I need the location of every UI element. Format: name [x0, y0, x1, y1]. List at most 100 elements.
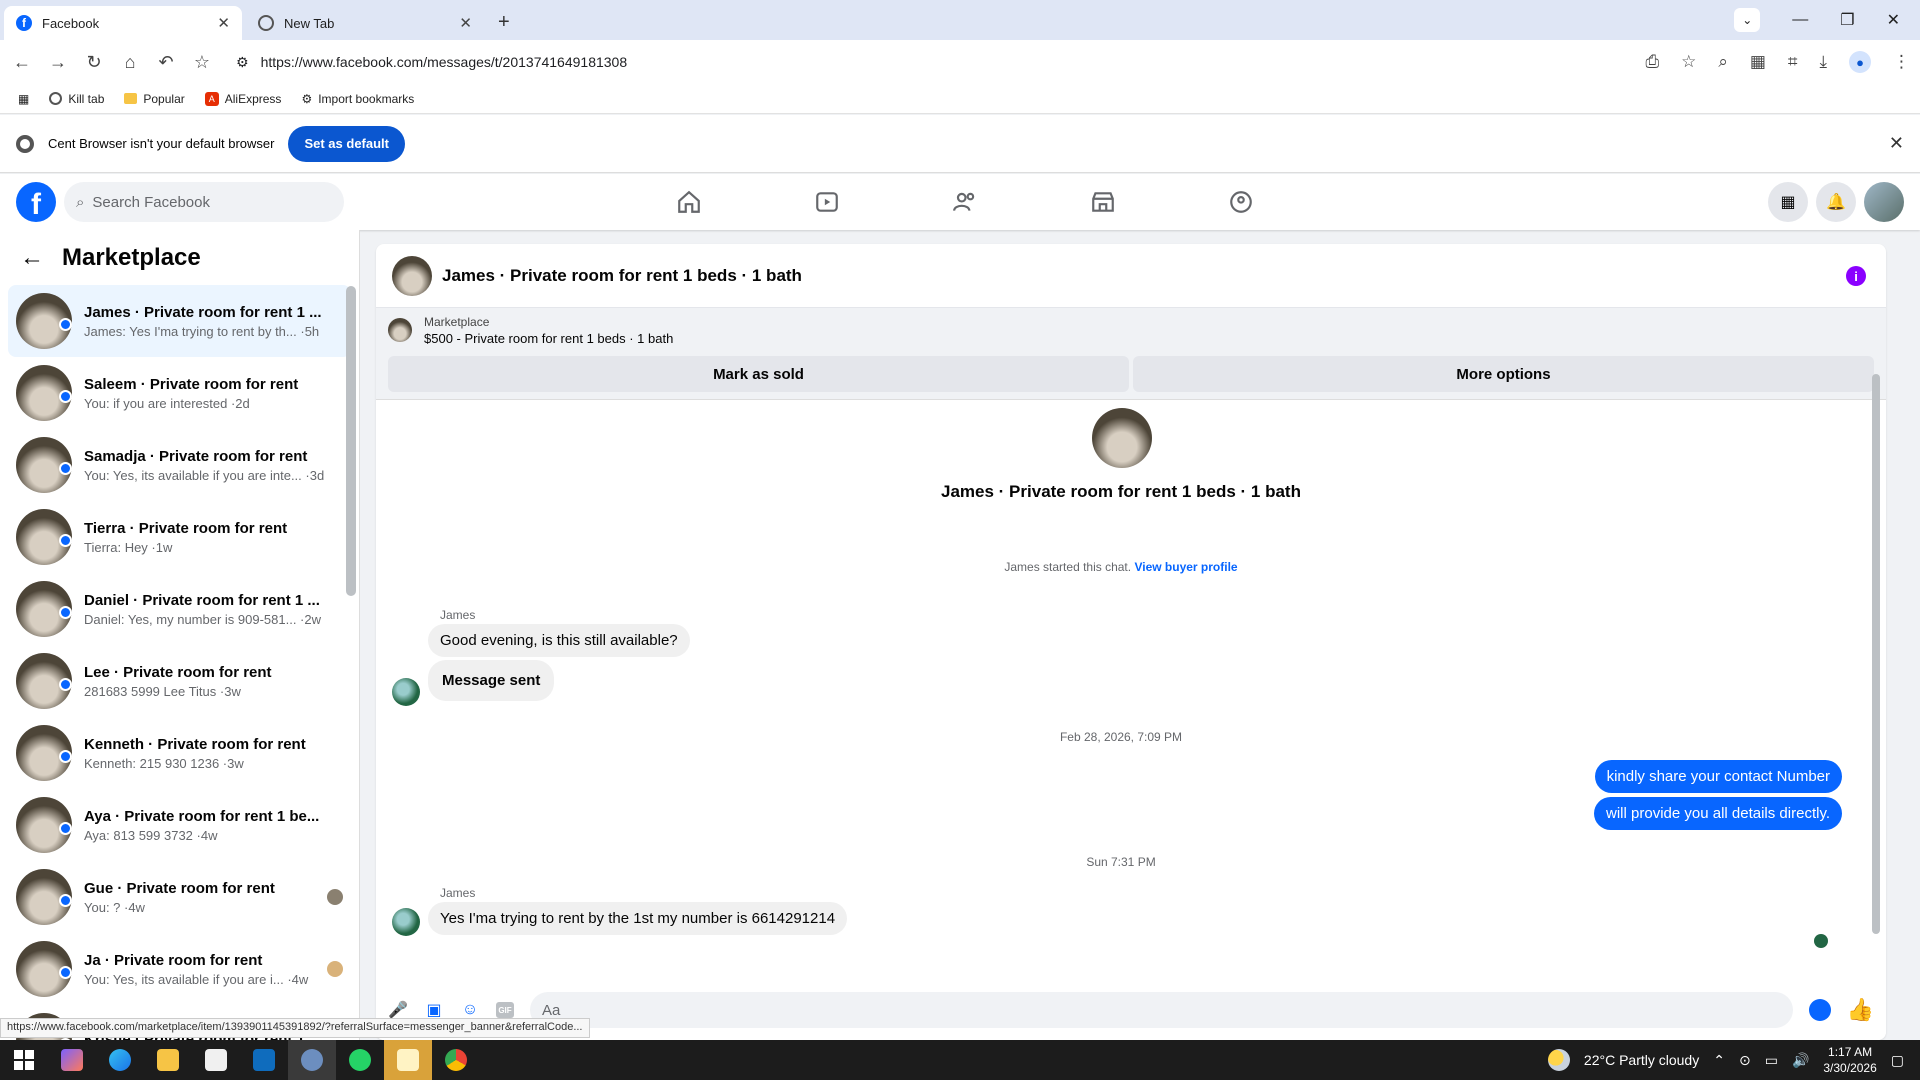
conversation-item[interactable]: Samadja · Private room for rent You: Yes,… — [8, 429, 351, 501]
conversation-preview: You: ? ·4w — [84, 899, 145, 915]
conversation-item[interactable]: Kenneth · Private room for rent Kenneth: … — [8, 717, 351, 789]
home-icon[interactable]: ⌂ — [112, 52, 148, 73]
taskbar-file-explorer[interactable] — [144, 1040, 192, 1080]
bookmark-popular[interactable]: Popular — [124, 92, 185, 106]
set-as-default-button[interactable]: Set as default — [288, 125, 405, 162]
incoming-message[interactable]: Message sent — [428, 660, 555, 701]
conversation-item[interactable]: Saleem · Private room for rent You: if yo… — [8, 357, 351, 429]
emoji-icon[interactable] — [1808, 999, 1831, 1021]
view-buyer-profile-link[interactable]: View buyer profile — [1134, 560, 1237, 574]
panel-scrollbar[interactable] — [346, 286, 356, 596]
download-icon[interactable]: ⤓ — [1819, 52, 1827, 72]
taskbar-store[interactable] — [192, 1040, 240, 1080]
marketplace-listing-bar[interactable]: Marketplace $500 - Private room for rent… — [376, 308, 1886, 352]
mark-as-sold-button[interactable]: Mark as sold — [388, 356, 1129, 392]
taskbar-files[interactable] — [384, 1040, 432, 1080]
nav-video[interactable] — [758, 174, 896, 230]
nav-marketplace[interactable] — [1034, 174, 1172, 230]
close-window-icon[interactable]: ✕ — [1887, 10, 1900, 30]
conversation-name: Aya · Private room for rent 1 be... — [84, 807, 320, 825]
browser-tabbar: f Facebook ✕ New Tab ✕ + ⌄ — ❐ ✕ — [0, 0, 1920, 40]
taskbar-chrome[interactable] — [432, 1040, 480, 1080]
location-icon[interactable]: ⊙ — [1739, 1052, 1751, 1069]
menu-grid-icon[interactable]: ▦ — [1768, 182, 1808, 222]
taskbar-browser-active[interactable] — [288, 1040, 336, 1080]
qr-code-icon[interactable]: ▦ — [1750, 52, 1766, 72]
close-infobar-icon[interactable]: ✕ — [1889, 133, 1904, 154]
chat-scrollbar[interactable] — [1872, 374, 1880, 934]
facebook-search[interactable]: ⌕ Search Facebook — [64, 182, 344, 222]
weather-icon[interactable] — [1547, 1049, 1570, 1071]
reload-icon[interactable]: ↻ — [76, 52, 112, 73]
tab-search-icon[interactable]: ⌄ — [1734, 8, 1761, 32]
taskbar-edge[interactable] — [96, 1040, 144, 1080]
tab-title: New Tab — [284, 15, 335, 31]
bookmark-star-icon[interactable]: ☆ — [184, 52, 220, 73]
taskbar-copilot[interactable] — [48, 1040, 96, 1080]
weather-text[interactable]: 22°C Partly cloudy — [1584, 1052, 1699, 1068]
zoom-icon[interactable]: ⌕ — [1718, 52, 1728, 72]
bookmark-kill-tab[interactable]: Kill tab — [49, 92, 104, 106]
conversation-item[interactable]: James · Private room for rent 1 ... James… — [8, 285, 351, 357]
apps-grid-icon[interactable]: ▦ — [18, 92, 29, 106]
nav-home[interactable] — [620, 174, 758, 230]
close-tab-icon[interactable]: ✕ — [459, 14, 472, 32]
conversation-item[interactable]: Aya · Private room for rent 1 be... Aya: … — [8, 789, 351, 861]
incoming-message[interactable]: Yes I'ma trying to rent by the 1st my nu… — [428, 902, 848, 935]
volume-icon[interactable]: 🔊 — [1792, 1052, 1809, 1069]
profile-icon[interactable]: ● — [1849, 51, 1871, 73]
tab-facebook[interactable]: f Facebook ✕ — [4, 6, 242, 40]
start-button[interactable] — [0, 1040, 48, 1080]
bookmark-page-icon[interactable]: ☆ — [1681, 52, 1696, 72]
message-input[interactable] — [530, 992, 1793, 1028]
conversation-item[interactable]: Ja · Private room for rent You: Yes, its … — [8, 933, 351, 1005]
crop-icon[interactable]: ⌗ — [1788, 52, 1798, 72]
forward-icon[interactable]: → — [40, 52, 76, 73]
chat-avatar[interactable] — [392, 255, 432, 296]
menu-icon[interactable]: ⋮ — [1893, 52, 1910, 72]
nav-groups[interactable] — [1172, 174, 1310, 230]
chevron-up-icon[interactable]: ⌃ — [1713, 1052, 1725, 1069]
incoming-message[interactable]: Good evening, is this still available? — [428, 624, 690, 657]
windows-logo-icon — [14, 1050, 34, 1070]
outgoing-message[interactable]: will provide you all details directly. — [1594, 797, 1842, 830]
clock[interactable]: 1:17 AM 3/30/2026 — [1823, 1044, 1876, 1076]
conversation-item[interactable]: Gue · Private room for rent You: ? ·4w — [8, 861, 351, 933]
back-arrow-icon[interactable]: ← — [20, 244, 44, 272]
listing-title: $500 - Private room for rent 1 beds · 1 … — [424, 330, 674, 346]
network-icon[interactable]: ▭ — [1765, 1052, 1778, 1069]
attach-image-icon[interactable]: ▣ — [424, 1000, 444, 1020]
nav-friends[interactable] — [896, 174, 1034, 230]
taskbar-whatsapp[interactable] — [336, 1040, 384, 1080]
chat-title[interactable]: James · Private room for rent 1 beds · 1… — [442, 266, 802, 286]
notification-center-icon[interactable]: ▢ — [1891, 1052, 1904, 1069]
tab-new-tab[interactable]: New Tab ✕ — [246, 6, 484, 40]
sender-avatar[interactable] — [392, 678, 420, 706]
notifications-bell-icon[interactable]: 🔔 — [1816, 182, 1856, 222]
install-app-icon[interactable]: ⎙ — [1645, 52, 1659, 72]
site-info-icon[interactable]: ⚙ — [236, 54, 249, 71]
undo-close-icon[interactable]: ↶ — [148, 52, 184, 73]
bookmark-import[interactable]: ⚙ Import bookmarks — [301, 92, 414, 106]
restore-icon[interactable]: ❐ — [1840, 10, 1854, 30]
account-avatar[interactable] — [1864, 182, 1904, 222]
more-options-button[interactable]: More options — [1133, 356, 1874, 392]
url-bar[interactable]: ⚙ https://www.facebook.com/messages/t/20… — [226, 46, 1606, 78]
new-tab-button[interactable]: + — [498, 11, 510, 34]
gif-icon[interactable]: GIF — [496, 1002, 514, 1018]
close-tab-icon[interactable]: ✕ — [217, 14, 230, 32]
conversation-item[interactable]: Lee · Private room for rent 281683 5999 L… — [8, 645, 351, 717]
thumbs-up-icon[interactable]: 👍 — [1847, 997, 1874, 1023]
conversation-item[interactable]: Daniel · Private room for rent 1 ... Dani… — [8, 573, 351, 645]
taskbar-outlook[interactable] — [240, 1040, 288, 1080]
info-icon[interactable]: i — [1846, 266, 1866, 286]
sender-avatar[interactable] — [392, 908, 420, 936]
sticker-icon[interactable]: ☺ — [460, 1000, 480, 1020]
outgoing-message[interactable]: kindly share your contact Number — [1594, 760, 1842, 793]
facebook-logo-icon[interactable]: f — [16, 182, 56, 222]
microphone-icon[interactable]: 🎤 — [388, 1000, 408, 1020]
bookmark-aliexpress[interactable]: A AliExpress — [204, 91, 281, 106]
conversation-item[interactable]: Tierra · Private room for rent Tierra: He… — [8, 501, 351, 573]
back-icon[interactable]: ← — [4, 52, 40, 73]
minimize-icon[interactable]: — — [1792, 11, 1808, 29]
